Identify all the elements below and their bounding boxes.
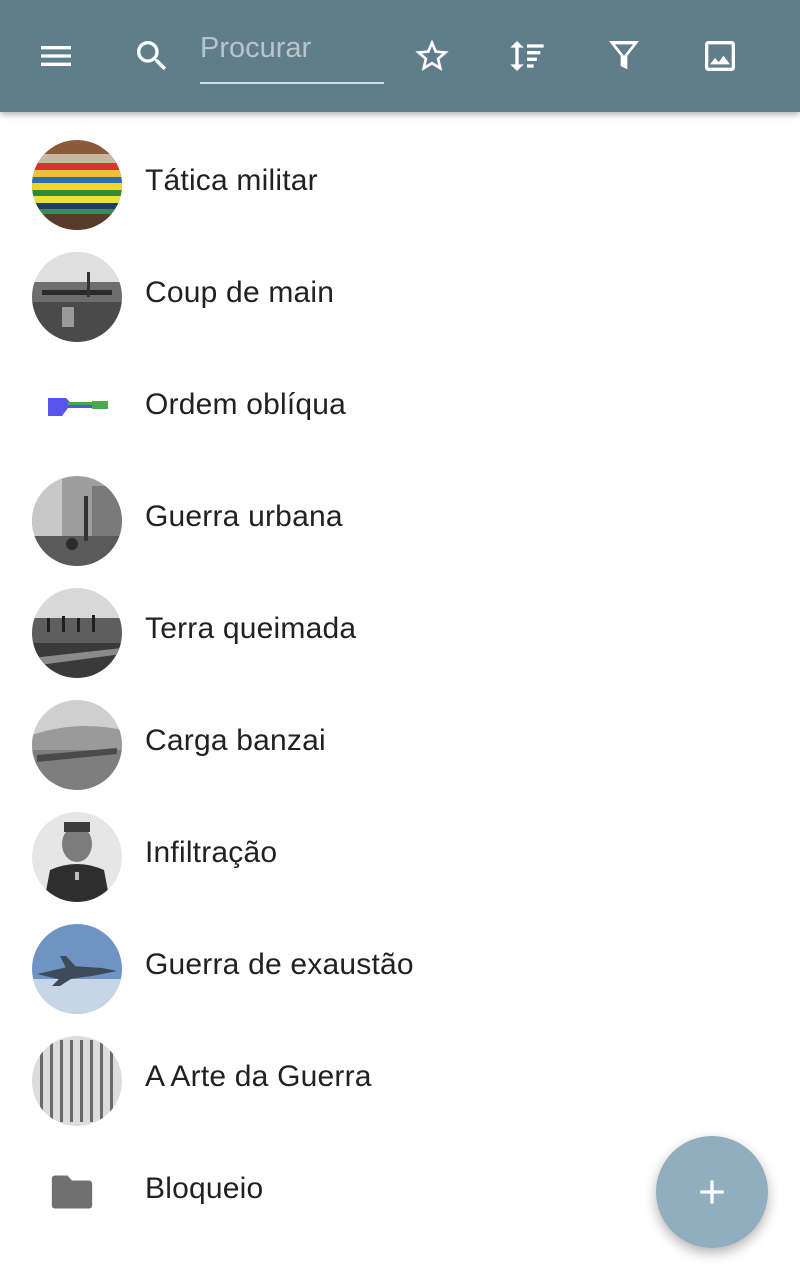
item-title: Terra queimada — [145, 612, 357, 645]
list-item[interactable]: Infiltração — [0, 800, 800, 912]
thumbnail — [32, 700, 122, 790]
star-outline-icon[interactable] — [404, 28, 460, 84]
folder-icon — [50, 1173, 94, 1211]
thumbnail — [32, 588, 122, 678]
thumbnail — [32, 252, 122, 342]
plus-icon — [700, 1180, 724, 1204]
item-title: Guerra urbana — [145, 500, 343, 533]
list-item[interactable]: Guerra urbana — [0, 464, 800, 576]
app-bar — [0, 0, 800, 112]
sort-icon[interactable] — [499, 28, 555, 84]
list-item[interactable]: Coup de main — [0, 240, 800, 352]
item-title: Ordem oblíqua — [145, 388, 347, 421]
search-icon[interactable] — [124, 28, 180, 84]
thumbnail — [32, 924, 122, 1014]
add-button[interactable] — [656, 1136, 768, 1248]
list-item[interactable]: Ordem oblíqua — [0, 352, 800, 464]
menu-icon[interactable] — [28, 28, 84, 84]
item-title: Guerra de exaustão — [145, 948, 414, 981]
thumbnail — [32, 476, 122, 566]
article-list: Tática militar Coup de main Ordem oblíqu… — [0, 128, 800, 1248]
item-title: A Arte da Guerra — [145, 1060, 372, 1093]
thumbnail — [32, 1036, 122, 1126]
image-icon[interactable] — [692, 28, 748, 84]
list-item[interactable]: A Arte da Guerra — [0, 1024, 800, 1136]
filter-icon[interactable] — [596, 28, 652, 84]
list-item[interactable]: Tática militar — [0, 128, 800, 240]
item-title: Carga banzai — [145, 724, 326, 757]
list-item[interactable]: Terra queimada — [0, 576, 800, 688]
item-title: Tática militar — [145, 164, 318, 197]
thumbnail — [32, 140, 122, 230]
list-item[interactable]: Carga banzai — [0, 688, 800, 800]
item-title: Coup de main — [145, 276, 335, 309]
list-item[interactable]: Guerra de exaustão — [0, 912, 800, 1024]
item-title: Bloqueio — [145, 1172, 264, 1205]
thumbnail — [32, 364, 122, 454]
thumbnail — [32, 812, 122, 902]
item-title: Infiltração — [145, 836, 278, 869]
search-input[interactable] — [200, 26, 384, 70]
search-field[interactable] — [200, 26, 384, 84]
